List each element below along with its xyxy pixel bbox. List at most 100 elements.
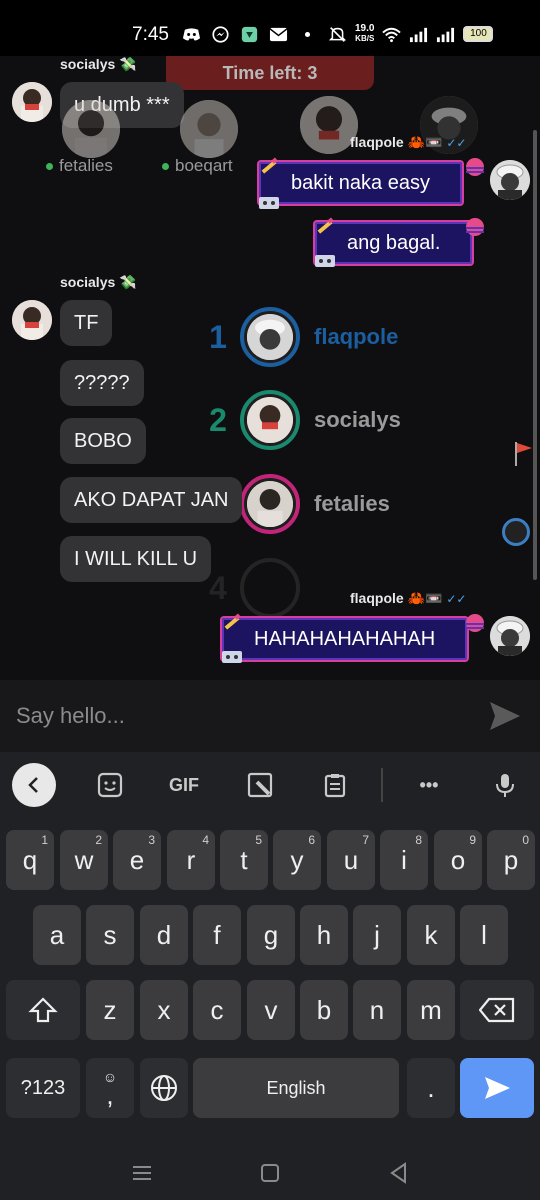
online-dot-icon: [162, 162, 169, 170]
sender-name: flaqpole 🦀📼 ✓✓: [350, 590, 466, 607]
clock: 7:45: [132, 24, 169, 45]
message-bubble[interactable]: AKO DAPAT JAN: [60, 477, 243, 523]
online-player-fetalies[interactable]: fetalies: [46, 156, 113, 176]
language-key[interactable]: [140, 1058, 188, 1118]
mail-icon: [269, 27, 288, 42]
key-hint: 1: [41, 833, 48, 847]
gif-button[interactable]: GIF: [162, 765, 206, 805]
key-label: r: [186, 844, 196, 875]
avatar-fetalies-online[interactable]: [62, 100, 120, 158]
key-hint: 7: [362, 833, 369, 847]
key-w[interactable]: w2: [60, 830, 108, 890]
key-c[interactable]: c: [193, 980, 241, 1040]
key-q[interactable]: q1: [6, 830, 54, 890]
period-key[interactable]: .: [407, 1058, 455, 1118]
styled-message-bubble[interactable]: ang bagal.: [313, 220, 475, 266]
dot-icon: [304, 31, 311, 38]
leaderboard-avatar: [240, 307, 300, 367]
key-f[interactable]: f: [193, 905, 241, 965]
styled-message-bubble[interactable]: bakit naka easy: [257, 160, 464, 206]
leaderboard-avatar: [240, 390, 300, 450]
backspace-icon: [479, 997, 515, 1023]
sun-deco-icon: [466, 218, 484, 236]
leaderboard-name: fetalies: [314, 491, 390, 516]
key-label: o: [450, 844, 466, 875]
send-arrow-icon: [485, 1077, 510, 1099]
clipboard-icon[interactable]: [313, 765, 357, 805]
message-input[interactable]: [0, 680, 460, 752]
key-i[interactable]: i8: [380, 830, 428, 890]
key-b[interactable]: b: [300, 980, 348, 1040]
key-l[interactable]: l: [460, 905, 508, 965]
recents-icon[interactable]: [127, 1158, 157, 1188]
more-icon[interactable]: •••: [407, 765, 451, 805]
net-speed-value: 19.0: [355, 23, 375, 34]
sun-deco-icon: [466, 158, 484, 176]
cassette-deco-icon: [222, 651, 242, 663]
key-n[interactable]: n: [353, 980, 401, 1040]
message-bubble[interactable]: ?????: [60, 360, 144, 406]
rank-number: 2: [209, 401, 227, 438]
styled-message-bubble[interactable]: HAHAHAHAHAHAH: [220, 616, 470, 662]
key-s[interactable]: s: [86, 905, 134, 965]
clipboard-image-icon[interactable]: [238, 765, 282, 805]
flag-icon: [515, 442, 532, 466]
key-e[interactable]: e3: [113, 830, 161, 890]
rank-number: 1: [209, 318, 227, 355]
key-o[interactable]: o9: [434, 830, 482, 890]
space-key[interactable]: English: [193, 1058, 399, 1118]
avatar-flaqpole[interactable]: [490, 616, 530, 656]
key-t[interactable]: t5: [220, 830, 268, 890]
key-m[interactable]: m: [407, 980, 455, 1040]
key-j[interactable]: j: [353, 905, 401, 965]
avatar-socialys[interactable]: [12, 300, 52, 340]
leaderboard-avatar: [240, 474, 300, 534]
key-label: i: [401, 844, 407, 875]
avatar-boeqart-online[interactable]: [180, 100, 238, 158]
message-bubble[interactable]: TF: [60, 300, 113, 346]
pencil-deco-icon: [224, 613, 241, 630]
key-p[interactable]: p0: [487, 830, 535, 890]
race-position-knob[interactable]: [502, 518, 530, 546]
key-v[interactable]: v: [247, 980, 295, 1040]
message-bubble[interactable]: BOBO: [60, 418, 146, 464]
key-y[interactable]: y6: [273, 830, 321, 890]
back-icon[interactable]: [12, 763, 56, 807]
key-x[interactable]: x: [140, 980, 188, 1040]
battery-icon: 100: [463, 26, 494, 42]
mic-icon[interactable]: [483, 765, 527, 805]
key-h[interactable]: h: [300, 905, 348, 965]
online-player-boeqart[interactable]: boeqart: [162, 156, 233, 176]
sticker-icon[interactable]: [88, 765, 132, 805]
key-k[interactable]: k: [407, 905, 455, 965]
net-speed-unit: KB/S: [355, 34, 375, 43]
avatar-flaqpole[interactable]: [490, 160, 530, 200]
key-label: ,: [106, 1080, 114, 1110]
wifi-icon: [382, 27, 402, 42]
discord-icon: [182, 28, 201, 41]
backspace-key[interactable]: [460, 980, 534, 1040]
key-a[interactable]: a: [33, 905, 81, 965]
home-icon[interactable]: [255, 1158, 285, 1188]
comma-key[interactable]: ☺ ,: [86, 1058, 134, 1118]
system-nav-bar: [0, 1150, 540, 1200]
avatar-socialys[interactable]: [12, 82, 52, 122]
key-r[interactable]: r4: [167, 830, 215, 890]
cassette-deco-icon: [315, 255, 335, 267]
sun-deco-icon: [466, 614, 484, 632]
leaderboard-name: flaqpole: [314, 324, 399, 349]
chat-scrollbar[interactable]: [533, 130, 537, 580]
shift-icon: [28, 997, 58, 1023]
shift-key[interactable]: [6, 980, 80, 1040]
symbols-key[interactable]: ?123: [6, 1058, 80, 1118]
chat-area[interactable]: Time left: 3 socialys 💸 u dumb *** fetal…: [0, 56, 540, 680]
key-d[interactable]: d: [140, 905, 188, 965]
message-bubble[interactable]: I WILL KILL U: [60, 536, 212, 582]
key-u[interactable]: u7: [327, 830, 375, 890]
key-z[interactable]: z: [86, 980, 134, 1040]
send-icon[interactable]: [484, 696, 524, 736]
key-g[interactable]: g: [247, 905, 295, 965]
enter-send-key[interactable]: [460, 1058, 534, 1118]
online-player-name: boeqart: [175, 156, 233, 175]
back-nav-icon[interactable]: [384, 1158, 414, 1188]
